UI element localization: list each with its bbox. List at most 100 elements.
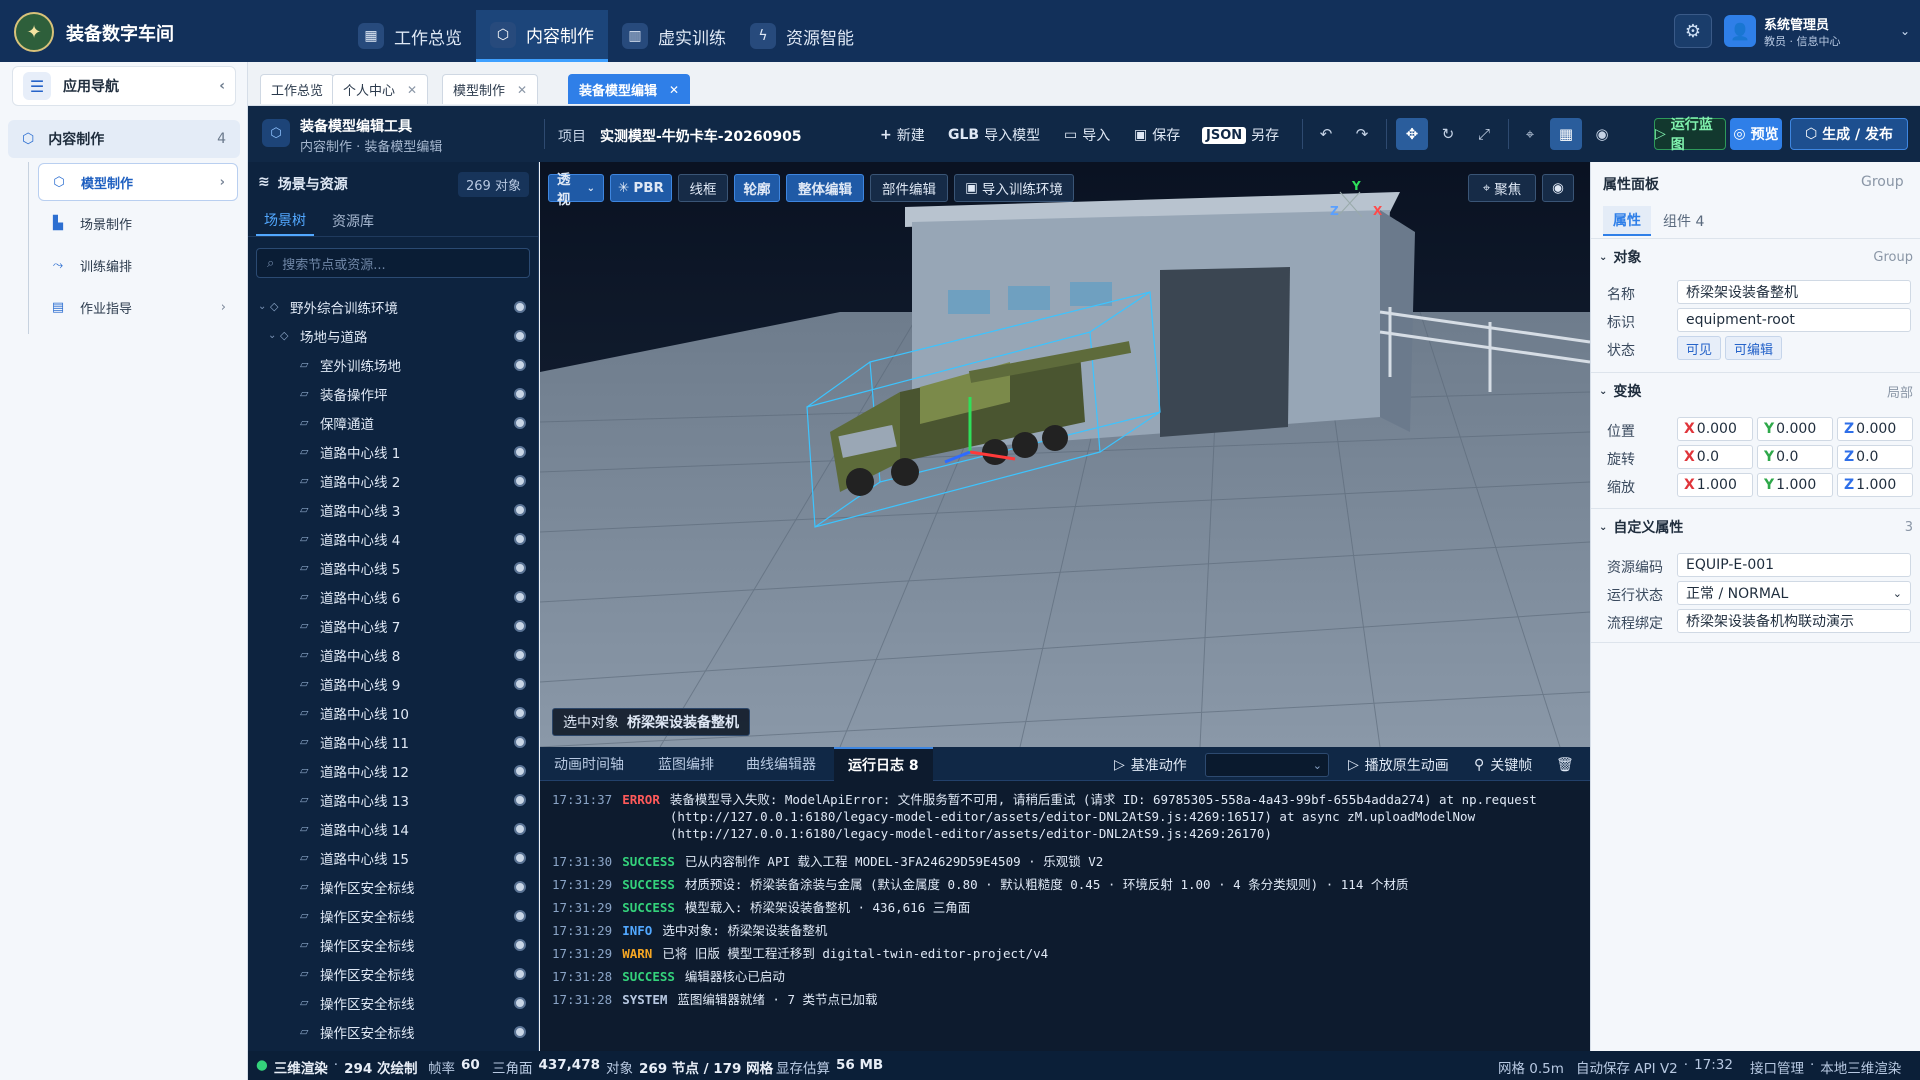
visibility-toggle-icon[interactable] xyxy=(514,793,526,806)
run-state-select[interactable]: 正常 / NORMAL ⌄ xyxy=(1677,581,1911,605)
save-as-button[interactable]: JSON 另存 xyxy=(1198,121,1283,149)
base-action-button[interactable]: ▷ 基准动作 xyxy=(1114,753,1187,777)
tab-model-edit[interactable]: 装备模型编辑 ✕ xyxy=(568,74,691,104)
tab-curve-editor[interactable]: 曲线编辑器 xyxy=(732,747,830,781)
run-blueprint-button[interactable]: ▷ 运行蓝图 xyxy=(1654,117,1726,153)
visibility-toggle-icon[interactable] xyxy=(514,329,526,342)
close-icon[interactable]: ✕ xyxy=(407,83,417,97)
clear-log-button[interactable]: 🗑 xyxy=(1556,753,1574,777)
visibility-toggle-icon[interactable] xyxy=(514,561,526,574)
tree-node[interactable]: ▱ 室外训练场地 xyxy=(248,350,539,379)
tree-node[interactable]: ▱ 道路中心线 10 xyxy=(248,698,539,727)
topnav-resource[interactable]: ϟ 资源智能 xyxy=(736,10,868,62)
3d-viewport[interactable]: Y Z X 透视 ⌄ ✳ PBR 线框 轮廓 整体编辑 部件编辑 ▣ 导入训练环境 ⌖… xyxy=(540,162,1590,747)
visibility-toggle-icon[interactable] xyxy=(514,619,526,632)
rot-z-field[interactable]: Z 0.0 xyxy=(1837,445,1913,469)
tree-node[interactable]: ▱ 道路中心线 1 xyxy=(248,437,539,466)
pos-y-field[interactable]: Y 0.000 xyxy=(1757,417,1833,441)
nav-item-scene[interactable]: ▙ 场景制作 xyxy=(38,204,238,242)
topnav-training[interactable]: ▥ 虚实训练 xyxy=(608,10,740,62)
import-button[interactable]: ▭ 导入 xyxy=(1060,121,1114,149)
focus-tool-button[interactable]: ⌖ xyxy=(1514,118,1546,150)
tree-node-group[interactable]: ⌄ ◇ 场地与道路 xyxy=(248,321,539,350)
scale-x-field[interactable]: X 1.000 xyxy=(1677,473,1753,497)
tab-profile[interactable]: 个人中心 ✕ xyxy=(332,74,429,104)
pbr-toggle[interactable]: ✳ PBR xyxy=(610,174,672,202)
flow-field[interactable]: 桥梁架设装备机构联动演示 xyxy=(1677,609,1911,633)
tree-node[interactable]: ▱ 道路中心线 14 xyxy=(248,814,539,843)
new-button[interactable]: + 新建 xyxy=(876,121,929,149)
nav-item-guide[interactable]: ▤ 作业指导 › xyxy=(38,288,238,326)
section-custom[interactable]: ⌄ 自定义属性 3 xyxy=(1599,514,1913,540)
tree-node[interactable]: ▱ 保障通道 xyxy=(248,408,539,437)
import-env-button[interactable]: ▣ 导入训练环境 xyxy=(954,174,1074,202)
tree-node-root[interactable]: ⌄ ◇ 野外综合训练环境 xyxy=(248,292,539,321)
move-tool-button[interactable]: ✥ xyxy=(1396,118,1428,150)
tab-resource-lib[interactable]: 资源库 xyxy=(324,206,382,236)
tab-blueprint[interactable]: 蓝图编排 xyxy=(644,747,728,781)
tree-node[interactable]: ▱ 道路中心线 15 xyxy=(248,843,539,872)
visibility-toggle-icon[interactable] xyxy=(514,735,526,748)
tab-components[interactable]: 组件 4 xyxy=(1653,206,1714,236)
rot-y-field[interactable]: Y 0.0 xyxy=(1757,445,1833,469)
tree-node[interactable]: ▱ 操作区安全标线 xyxy=(248,901,539,930)
visibility-toggle-icon[interactable] xyxy=(514,996,526,1009)
undo-button[interactable]: ↶ xyxy=(1310,118,1342,150)
code-field[interactable]: EQUIP-E-001 xyxy=(1677,553,1911,577)
rotate-tool-button[interactable]: ↻ xyxy=(1432,118,1464,150)
whole-edit-toggle[interactable]: 整体编辑 xyxy=(786,174,864,202)
visibility-toggle-icon[interactable] xyxy=(514,764,526,777)
section-transform[interactable]: ⌄ 变换 局部 xyxy=(1599,378,1913,404)
visibility-toggle-icon[interactable] xyxy=(514,880,526,893)
menu-icon[interactable]: ☰ xyxy=(23,72,51,100)
topnav-content[interactable]: ⬡ 内容制作 xyxy=(476,10,608,62)
visibility-toggle-icon[interactable] xyxy=(514,358,526,371)
visibility-toggle-icon[interactable] xyxy=(514,967,526,980)
tree-node[interactable]: ▱ 操作区安全标线 xyxy=(248,959,539,988)
tab-model[interactable]: 模型制作 ✕ xyxy=(442,74,539,104)
visibility-toggle-icon[interactable] xyxy=(514,706,526,719)
visibility-toggle-icon[interactable] xyxy=(514,1025,526,1038)
tree-node[interactable]: ▱ 道路中心线 13 xyxy=(248,785,539,814)
tree-node[interactable]: ▱ 道路中心线 5 xyxy=(248,553,539,582)
nav-item-model[interactable]: ⬡ 模型制作 › xyxy=(38,163,238,201)
tree-node[interactable]: ▱ 道路中心线 9 xyxy=(248,669,539,698)
expand-icon[interactable]: ⌄ xyxy=(258,301,270,312)
tree-node[interactable]: ▱ 道路中心线 11 xyxy=(248,727,539,756)
wireframe-toggle[interactable]: 线框 xyxy=(678,174,728,202)
close-icon[interactable]: ✕ xyxy=(669,83,679,97)
visibility-toggle-icon[interactable] xyxy=(514,909,526,922)
visibility-toggle-icon[interactable] xyxy=(514,851,526,864)
tree-node[interactable]: ▱ 操作区安全标线 xyxy=(248,1017,539,1046)
topnav-overview[interactable]: ▦ 工作总览 xyxy=(344,10,476,62)
nav-item-training[interactable]: ⤳ 训练编排 xyxy=(38,246,238,284)
screenshot-button[interactable]: ◉ xyxy=(1586,118,1618,150)
name-field[interactable]: 桥梁架设装备整机 xyxy=(1677,280,1911,304)
visibility-toggle-icon[interactable] xyxy=(514,648,526,661)
focus-button[interactable]: ⌖ 聚焦 xyxy=(1468,174,1536,202)
tab-timeline[interactable]: 动画时间轴 xyxy=(540,747,638,781)
settings-button[interactable]: ⚙ xyxy=(1674,14,1712,48)
scale-tool-button[interactable]: ⤢ xyxy=(1468,118,1500,150)
tree-node[interactable]: ▱ 操作区安全标线 xyxy=(248,988,539,1017)
tree-node[interactable]: ▱ 道路中心线 2 xyxy=(248,466,539,495)
part-edit-toggle[interactable]: 部件编辑 xyxy=(870,174,948,202)
visibility-toggle-icon[interactable] xyxy=(514,300,526,313)
play-native-button[interactable]: ▷ 播放原生动画 xyxy=(1348,753,1449,777)
tree-node[interactable]: ▱ 道路中心线 8 xyxy=(248,640,539,669)
preview-button[interactable]: ◎ 预览 xyxy=(1730,118,1782,150)
collapse-icon[interactable]: ‹ xyxy=(219,78,225,94)
visibility-toggle-icon[interactable] xyxy=(514,532,526,545)
redo-button[interactable]: ↷ xyxy=(1346,118,1378,150)
id-field[interactable]: equipment-root xyxy=(1677,308,1911,332)
tree-node[interactable]: ▱ 道路中心线 4 xyxy=(248,524,539,553)
tab-overview[interactable]: 工作总览 xyxy=(260,74,335,104)
tab-run-log[interactable]: 运行日志 8 xyxy=(834,747,933,781)
perspective-toggle[interactable]: 透视 ⌄ xyxy=(548,172,604,208)
outline-toggle[interactable]: 轮廓 xyxy=(734,174,780,202)
tab-properties[interactable]: 属性 xyxy=(1603,206,1651,236)
visibility-toggle-icon[interactable] xyxy=(514,938,526,951)
keyframe-button[interactable]: ⚲ 关键帧 xyxy=(1474,753,1532,777)
api-manage-link[interactable]: 接口管理 · 本地三维渲染 xyxy=(1750,1057,1901,1077)
expand-icon[interactable]: ⌄ xyxy=(268,330,280,341)
